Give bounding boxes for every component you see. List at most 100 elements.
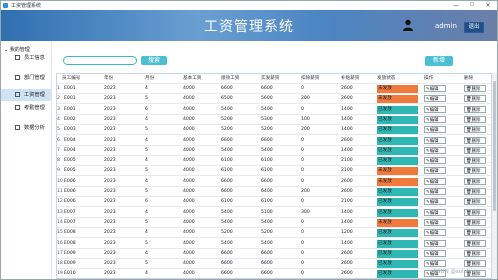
add-button[interactable]: 新增 bbox=[425, 56, 453, 66]
edit-button[interactable]: ✎编辑 bbox=[424, 229, 446, 237]
table-row[interactable]: 3 E001 2023 6 4000 5400 5400 0 1400 已发放 ✎编辑 🗑删除 bbox=[57, 105, 491, 115]
delete-button[interactable]: 🗑删除 bbox=[464, 136, 486, 144]
logout-button[interactable]: 退出 bbox=[464, 22, 484, 33]
delete-button[interactable]: 🗑删除 bbox=[464, 177, 486, 185]
close-button[interactable]: ✕ bbox=[481, 1, 495, 10]
table-row[interactable]: 5 E003 2023 5 4000 5200 5200 200 1400 已发放 ✎编辑 🗑删除 bbox=[57, 125, 491, 136]
delete-button[interactable]: 🗑删除 bbox=[464, 167, 486, 175]
table-row[interactable]: 2 E001 2023 5 4000 6500 5600 200 2600 未发放 ✎编辑 🗑删除 bbox=[57, 94, 491, 105]
delete-button[interactable]: 🗑删除 bbox=[464, 239, 486, 247]
table-cell: 4000 bbox=[183, 168, 195, 174]
table-cell: 2600 bbox=[341, 96, 353, 102]
table-cell: 6600 bbox=[221, 86, 233, 91]
table-cell: 5200 bbox=[221, 230, 233, 236]
delete-button[interactable]: 🗑删除 bbox=[464, 146, 486, 154]
sidebar: ⌄ 我的管理 员工信息 部门管理 工资管理 考勤管理 数据分析 bbox=[1, 41, 52, 279]
delete-button[interactable]: 🗑删除 bbox=[464, 229, 486, 237]
table-row[interactable]: 13 E007 2023 4 4000 5400 5100 300 1400 已发放 ✎编辑 🗑删除 bbox=[57, 208, 491, 218]
delete-button[interactable]: 🗑删除 bbox=[464, 218, 486, 226]
table-cell: 6100 bbox=[261, 168, 273, 174]
delete-button[interactable]: 🗑删除 bbox=[464, 157, 486, 165]
table-cell: E006 bbox=[64, 189, 76, 194]
edit-button[interactable]: ✎编辑 bbox=[424, 167, 446, 175]
table-row[interactable]: 16 E008 2023 5 4000 5400 5400 0 1400 已发放 ✎编辑 🗑删除 bbox=[57, 239, 491, 249]
delete-button[interactable]: 🗑删除 bbox=[464, 188, 486, 195]
edit-button[interactable]: ✎编辑 bbox=[424, 177, 446, 185]
edit-button[interactable]: ✎编辑 bbox=[424, 198, 446, 206]
delete-label: 删除 bbox=[471, 169, 481, 175]
edit-button[interactable]: ✎编辑 bbox=[424, 208, 446, 216]
delete-button[interactable]: 🗑删除 bbox=[464, 249, 486, 257]
edit-label: 编辑 bbox=[429, 138, 439, 144]
table-row[interactable]: 17 E009 2023 4 4000 6600 6600 0 2600 已发放 ✎编辑 🗑删除 bbox=[57, 249, 491, 259]
table-cell: E001 bbox=[64, 96, 76, 102]
delete-button[interactable]: 🗑删除 bbox=[464, 85, 486, 92]
table-row[interactable]: 4 E002 2023 4 4000 5200 5300 100 1400 已发放 ✎编辑 🗑删除 bbox=[57, 115, 491, 125]
table-cell: 5400 bbox=[221, 209, 233, 215]
delete-button[interactable]: 🗑删除 bbox=[464, 115, 486, 123]
minimize-button[interactable]: — bbox=[449, 1, 463, 10]
edit-button[interactable]: ✎编辑 bbox=[424, 105, 446, 113]
sidebar-item[interactable]: 考勤管理 bbox=[1, 102, 51, 114]
table-cell: 6400 bbox=[261, 189, 273, 194]
table-row[interactable]: 19 E010 2023 4 4000 6600 6600 0 2600 已发放 ✎编辑 🗑删除 bbox=[57, 269, 491, 278]
watermark: CSDN @sololi bbox=[433, 269, 471, 275]
table-row[interactable]: 10 E006 2023 4 4000 6600 6600 0 2600 未发放 ✎编辑 🗑删除 bbox=[57, 177, 491, 187]
app-title: 工资管理系统 bbox=[204, 19, 294, 35]
delete-button[interactable]: 🗑删除 bbox=[464, 126, 486, 134]
table-cell: 2023 bbox=[104, 250, 116, 256]
delete-button[interactable]: 🗑删除 bbox=[464, 260, 486, 268]
table-cell: 4000 bbox=[183, 189, 195, 194]
table-row[interactable]: 18 E009 2023 5 4000 6600 6600 0 2600 已发放 ✎编辑 🗑删除 bbox=[57, 259, 491, 270]
status-badge: 未发放 bbox=[377, 95, 418, 104]
delete-button[interactable]: 🗑删除 bbox=[464, 95, 486, 103]
delete-label: 删除 bbox=[471, 231, 481, 237]
table-row[interactable]: 7 E004 2023 5 4000 5400 5400 0 1400 已发放 ✎编辑 🗑删除 bbox=[57, 146, 491, 156]
table-row[interactable]: 12 E006 2023 6 4000 6100 6100 0 2100 已发放 ✎编辑 🗑删除 bbox=[57, 197, 491, 208]
table-row[interactable]: 14 E007 2023 5 4000 5400 5400 0 1400 未发放 ✎编辑 🗑删除 bbox=[57, 218, 491, 228]
table-row[interactable]: 9 E005 2023 5 4000 6100 6100 0 2100 未发放 ✎编辑 🗑删除 bbox=[57, 166, 491, 177]
edit-button[interactable]: ✎编辑 bbox=[424, 218, 446, 226]
edit-button[interactable]: ✎编辑 bbox=[424, 188, 446, 195]
sidebar-item[interactable]: 部门管理 bbox=[1, 72, 51, 84]
sidebar-item[interactable]: 工资管理 bbox=[1, 89, 51, 101]
table-row[interactable]: 6 E004 2023 4 4000 6600 6600 0 2600 已发放 ✎编辑 🗑删除 bbox=[57, 136, 491, 146]
delete-button[interactable]: 🗑删除 bbox=[464, 198, 486, 206]
scrollbar-thumb[interactable] bbox=[493, 81, 496, 211]
table-row[interactable]: 15 E008 2023 4 4000 5200 5200 0 1200 已发放 ✎编辑 🗑删除 bbox=[57, 228, 491, 239]
sidebar-item[interactable]: 数据分析 bbox=[1, 122, 51, 134]
edit-button[interactable]: ✎编辑 bbox=[424, 136, 446, 144]
table-row[interactable]: 1 E001 2023 4 4000 6600 6600 0 2600 未发放 ✎编辑 🗑删除 bbox=[57, 84, 491, 94]
edit-button[interactable]: ✎编辑 bbox=[424, 157, 446, 165]
edit-button[interactable]: ✎编辑 bbox=[424, 260, 446, 268]
table-cell: 1200 bbox=[341, 230, 353, 236]
table-cell: E001 bbox=[64, 86, 76, 91]
edit-label: 编辑 bbox=[429, 179, 439, 185]
table-cell: 0 bbox=[301, 271, 304, 277]
edit-button[interactable]: ✎编辑 bbox=[424, 126, 446, 134]
search-input[interactable] bbox=[63, 56, 137, 65]
table-cell: 4000 bbox=[183, 86, 195, 91]
table-cell: 4000 bbox=[183, 240, 195, 246]
edit-button[interactable]: ✎编辑 bbox=[424, 239, 446, 247]
edit-button[interactable]: ✎编辑 bbox=[424, 249, 446, 257]
edit-button[interactable]: ✎编辑 bbox=[424, 95, 446, 103]
table-row[interactable]: 11 E006 2023 5 4000 6600 6400 200 2600 已发放 ✎编辑 🗑删除 bbox=[57, 187, 491, 197]
table-row[interactable]: 8 E005 2023 4 4000 6100 6100 0 2100 已发放 ✎编辑 🗑删除 bbox=[57, 156, 491, 167]
row-number: 18 bbox=[57, 261, 63, 267]
delete-button[interactable]: 🗑删除 bbox=[464, 105, 486, 113]
edit-button[interactable]: ✎编辑 bbox=[424, 146, 446, 154]
edit-button[interactable]: ✎编辑 bbox=[424, 85, 446, 92]
maximize-button[interactable]: ☐ bbox=[465, 1, 479, 10]
status-badge: 已发放 bbox=[377, 105, 418, 114]
salary-table: 员工编号 年份 月份 基本工资 绩效工资 实发薪资 扣除薪资 补贴薪资 发放状态 操作 删除 1 E00… bbox=[56, 73, 492, 279]
status-badge: 已发放 bbox=[377, 157, 418, 166]
sidebar-item[interactable]: 员工信息 bbox=[1, 52, 51, 64]
table-cell: 2023 bbox=[104, 116, 116, 122]
table-cell: 1400 bbox=[341, 240, 353, 246]
search-button[interactable]: 搜索 bbox=[141, 56, 167, 65]
table-cell: 5300 bbox=[261, 116, 273, 122]
delete-label: 删除 bbox=[471, 128, 481, 134]
edit-button[interactable]: ✎编辑 bbox=[424, 115, 446, 123]
delete-button[interactable]: 🗑删除 bbox=[464, 208, 486, 216]
